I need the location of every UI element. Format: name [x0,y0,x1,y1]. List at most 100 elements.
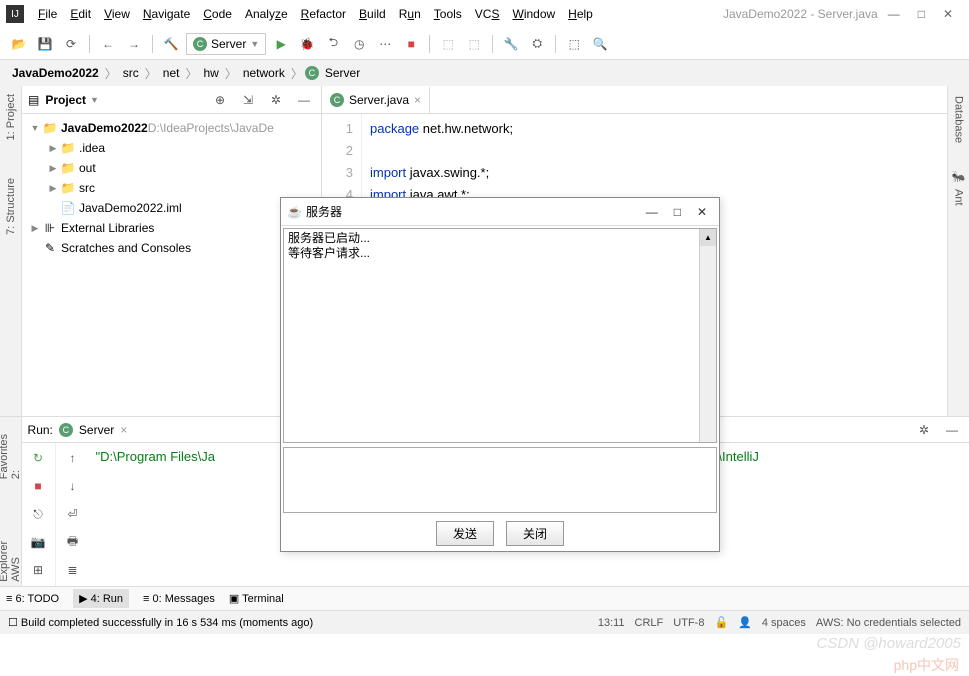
save-icon[interactable]: 💾 [34,33,56,55]
up-icon[interactable]: ↑ [62,447,84,469]
gear-icon[interactable]: ✲ [265,89,287,111]
close-button[interactable]: 关闭 [506,521,564,546]
close-tab-icon[interactable]: × [120,423,127,437]
tree-item[interactable]: 📄JavaDemo2022.iml [22,198,321,218]
search-icon[interactable]: 🔍 [589,33,611,55]
breadcrumb: JavaDemo2022〉 src〉 net〉 hw〉 network〉 C S… [0,60,969,86]
menu-code[interactable]: Code [197,4,238,24]
dialog-scrollbar[interactable]: ▲ [699,229,716,442]
minimize-icon[interactable]: — [888,7,900,21]
forward-icon[interactable]: → [123,33,145,55]
rerun-icon[interactable]: ↻ [27,447,49,469]
layout-icon[interactable]: ⊞ [27,559,49,581]
menu-tools[interactable]: Tools [428,4,468,24]
breadcrumb-item[interactable]: network [239,64,289,82]
maximize-icon[interactable]: □ [918,7,925,21]
tree-item[interactable]: ✎Scratches and Consoles [22,238,321,258]
close-icon[interactable]: ✕ [943,7,953,21]
wrap-icon[interactable]: ⏎ [62,503,84,525]
stop-run-icon[interactable]: ■ [27,475,49,497]
menu-refactor[interactable]: Refactor [295,4,352,24]
app-logo-icon: IJ [6,5,24,23]
vcs-commit-icon[interactable]: ⬚ [463,33,485,55]
locate-icon[interactable]: ⊕ [209,89,231,111]
project-icon: ▤ [28,93,39,107]
dialog-input-area[interactable] [283,447,717,513]
menu-run[interactable]: Run [393,4,427,24]
hide-icon[interactable]: — [293,89,315,111]
bottom-tab-terminal[interactable]: ▣ Terminal [229,592,284,605]
open-icon[interactable]: 📂 [8,33,30,55]
attach-icon[interactable]: ⋯ [374,33,396,55]
breadcrumb-item[interactable]: hw [199,64,222,82]
close-tab-icon[interactable]: × [414,93,421,107]
settings-icon[interactable]: ⛭ [526,33,548,55]
menu-window[interactable]: Window [506,4,561,24]
coverage-icon[interactable]: ⮌ [322,33,344,55]
stop-icon[interactable]: ■ [400,33,422,55]
structure-icon[interactable]: 🔧 [500,33,522,55]
aws-icon[interactable]: ⬚ [563,33,585,55]
project-panel-title[interactable]: Project ▼ [45,93,203,107]
sidebar-tab-ant[interactable]: 🐜 Ant [950,167,967,209]
camera-icon[interactable]: 📷 [27,531,49,553]
sidebar-tab-database[interactable]: Database [951,92,967,147]
profiler-icon[interactable]: ◷ [348,33,370,55]
expand-icon[interactable]: ⇲ [237,89,259,111]
status-aws[interactable]: AWS: No credentials selected [816,617,961,629]
menu-analyze[interactable]: Analyze [239,4,294,24]
tree-item[interactable]: ▼📁JavaDemo2022 D:\IdeaProjects\JavaDe [22,118,321,138]
sync-icon[interactable]: ⟳ [60,33,82,55]
print-icon[interactable]: 🖶 [62,531,84,553]
sidebar-tab-favorites[interactable]: 2: Favorites [0,421,24,483]
bottom-tab-todo[interactable]: ≡ 6: TODO [6,593,59,605]
menu-build[interactable]: Build [353,4,392,24]
breadcrumb-item[interactable]: JavaDemo2022 [8,64,103,82]
tree-item[interactable]: ▶📁src [22,178,321,198]
gear-icon[interactable]: ✲ [913,419,935,441]
vcs-update-icon[interactable]: ⬚ [437,33,459,55]
sidebar-tab-aws[interactable]: AWS Explorer [0,513,24,586]
build-icon[interactable]: 🔨 [160,33,182,55]
menu-edit[interactable]: Edit [64,4,97,24]
status-encoding[interactable]: UTF-8 [673,617,704,629]
debug-icon[interactable]: 🐞 [296,33,318,55]
dialog-maximize-icon[interactable]: □ [674,205,681,219]
bottom-tab-messages[interactable]: ≡ 0: Messages [143,593,215,605]
back-icon[interactable]: ← [97,33,119,55]
menu-navigate[interactable]: Navigate [137,4,196,24]
dropdown-icon: ▼ [250,39,259,49]
class-icon: C [305,66,319,80]
menu-help[interactable]: Help [562,4,599,24]
breadcrumb-item[interactable]: net [159,64,184,82]
run-icon[interactable]: ▶ [270,33,292,55]
menu-file[interactable]: File [32,4,63,24]
dialog-text-area[interactable]: 服务器已启动...等待客户请求... [284,229,699,442]
bottom-tab-run[interactable]: ▶ 4: Run [73,589,129,608]
tree-item[interactable]: ▶⊪External Libraries [22,218,321,238]
scroll-icon[interactable]: ≣ [62,559,84,581]
menu-view[interactable]: View [98,4,136,24]
send-button[interactable]: 发送 [436,521,494,546]
breadcrumb-item[interactable]: Server [321,64,364,82]
status-indent[interactable]: 4 spaces [762,617,806,629]
dialog-title: 服务器 [302,203,646,220]
project-tree: ▼📁JavaDemo2022 D:\IdeaProjects\JavaDe▶📁.… [22,114,321,416]
menu-vcs[interactable]: VCS [469,4,506,24]
lock-icon[interactable]: 🔓 [714,616,728,629]
sidebar-tab-structure[interactable]: 7: Structure [3,174,19,239]
dialog-minimize-icon[interactable]: — [646,205,658,219]
dialog-close-icon[interactable]: ✕ [697,205,707,219]
hide-icon[interactable]: — [941,419,963,441]
status-eol[interactable]: CRLF [635,617,664,629]
down-icon[interactable]: ↓ [62,475,84,497]
editor-tab[interactable]: C Server.java × [322,87,430,113]
inspector-icon[interactable]: 👤 [738,616,752,629]
tree-item[interactable]: ▶📁.idea [22,138,321,158]
run-label: Run: [28,423,53,437]
exit-icon[interactable]: ⎋ [27,503,49,525]
tree-item[interactable]: ▶📁out [22,158,321,178]
run-config-selector[interactable]: C Server ▼ [186,33,266,55]
breadcrumb-item[interactable]: src [119,64,143,82]
sidebar-tab-project[interactable]: 1: Project [3,90,19,144]
